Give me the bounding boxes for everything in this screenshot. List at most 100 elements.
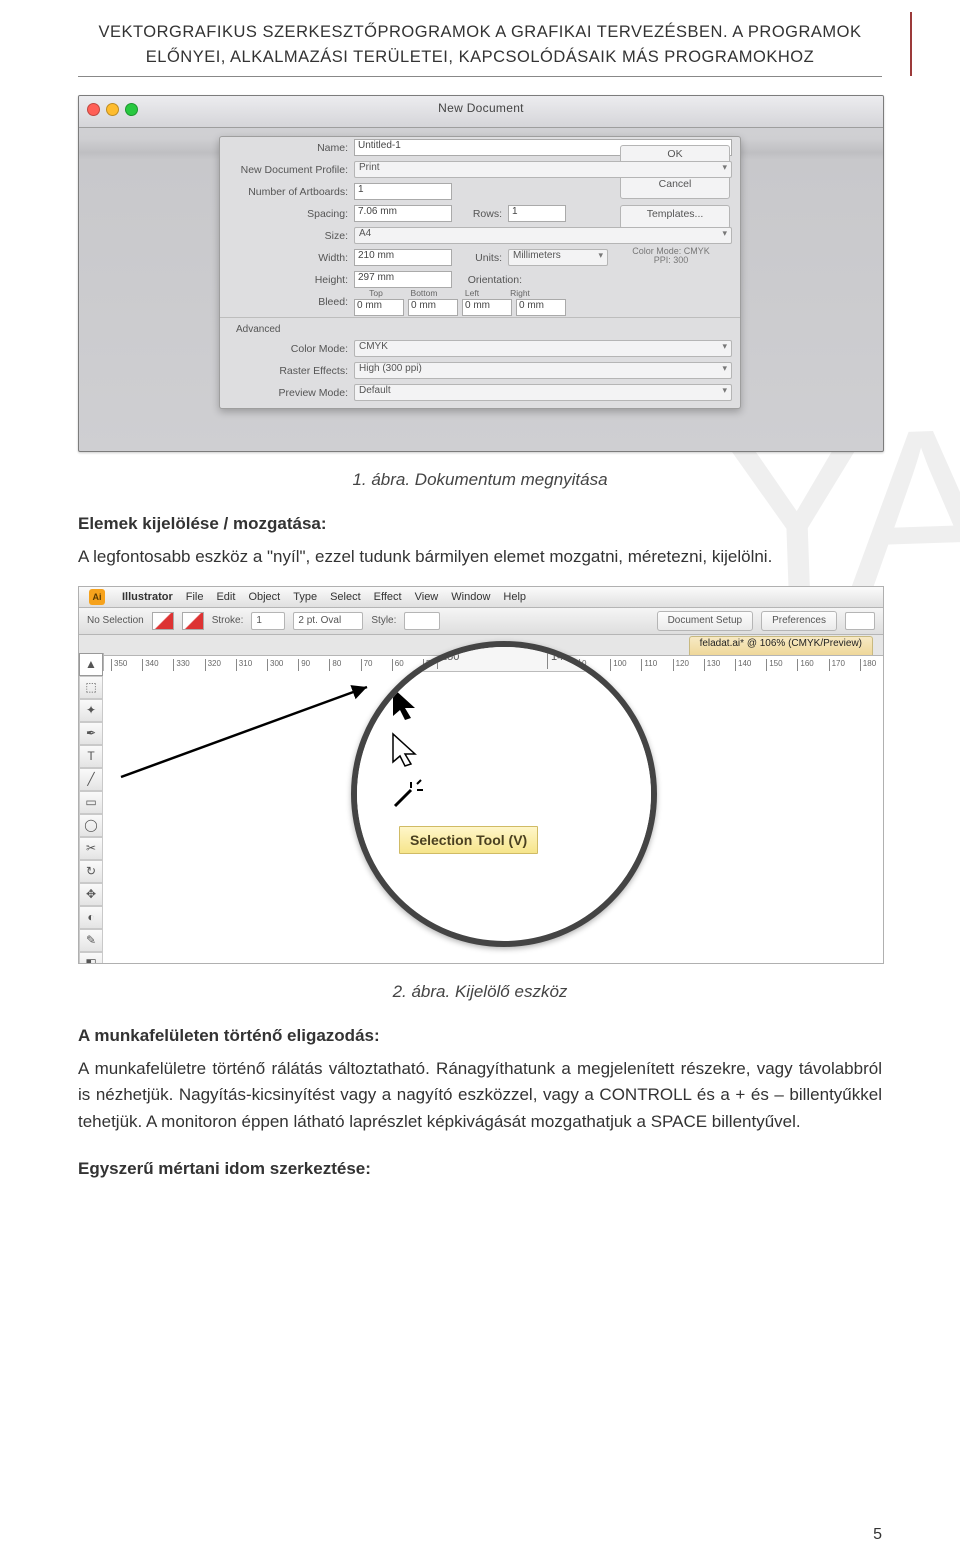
style-label: Style: xyxy=(371,615,396,626)
preferences-button[interactable]: Preferences xyxy=(761,611,837,631)
profile-label: New Document Profile: xyxy=(228,164,354,176)
style-swatch[interactable] xyxy=(404,612,440,630)
preview-select[interactable]: Default xyxy=(354,384,732,401)
cursor-icon[interactable] xyxy=(845,612,875,630)
color-label: Color Mode: xyxy=(228,343,354,355)
tool-2[interactable]: ✦ xyxy=(79,699,103,722)
no-selection-label: No Selection xyxy=(87,615,144,626)
menu-file[interactable]: File xyxy=(186,591,204,603)
bleed-right-field[interactable]: 0 mm xyxy=(516,299,566,316)
bleed-bottom-field[interactable]: 0 mm xyxy=(408,299,458,316)
figure2-caption: 2. ábra. Kijelölő eszköz xyxy=(78,982,882,1002)
menu-select[interactable]: Select xyxy=(330,591,361,603)
orient-label: Orientation: xyxy=(452,274,528,286)
direct-selection-icon xyxy=(387,732,427,772)
rows-field[interactable]: 1 xyxy=(508,205,566,222)
menu-object[interactable]: Object xyxy=(248,591,280,603)
tool-4[interactable]: T xyxy=(79,745,103,768)
window-controls[interactable] xyxy=(87,103,138,116)
tool-5[interactable]: ╱ xyxy=(79,768,103,791)
stroke-weight[interactable]: 1 xyxy=(251,612,285,630)
app-badge: Ai xyxy=(89,589,105,605)
figure-selection-tool: Ai Illustrator File Edit Object Type Sel… xyxy=(78,586,884,964)
menu-edit[interactable]: Edit xyxy=(216,591,235,603)
raster-label: Raster Effects: xyxy=(228,365,354,377)
control-bar: No Selection Stroke: 1 2 pt. Oval Style:… xyxy=(79,608,883,635)
tool-0[interactable]: ▲ xyxy=(79,653,103,676)
bleed-left-field[interactable]: 0 mm xyxy=(462,299,512,316)
section-munkafelulet-title: A munkafelületen történő eligazodás: xyxy=(78,1026,882,1046)
spacing-label: Spacing: xyxy=(228,208,354,220)
header-line1: VEKTORGRAFIKUS SZERKESZTŐPROGRAMOK A GRA… xyxy=(78,20,882,45)
size-label: Size: xyxy=(228,230,354,242)
height-field[interactable]: 297 mm xyxy=(354,271,452,288)
tool-1[interactable]: ⬚ xyxy=(79,676,103,699)
tool-8[interactable]: ✂ xyxy=(79,837,103,860)
magnifier: 150 140 Selection Tool (V) xyxy=(351,641,657,947)
units-select[interactable]: Millimeters xyxy=(508,249,608,266)
close-icon[interactable] xyxy=(87,103,100,116)
stroke-swatch[interactable] xyxy=(182,612,204,630)
section-elemek-title: Elemek kijelölése / mozgatása: xyxy=(78,514,882,534)
page-number: 5 xyxy=(873,1526,882,1544)
magic-wand-icon xyxy=(387,776,427,816)
tool-12[interactable]: ✎ xyxy=(79,929,103,952)
name-label: Name: xyxy=(228,142,354,154)
menu-effect[interactable]: Effect xyxy=(374,591,402,603)
bleed-top-field[interactable]: 0 mm xyxy=(354,299,404,316)
templates-button[interactable]: Templates... xyxy=(620,205,730,229)
advanced-toggle[interactable]: Advanced xyxy=(228,324,280,335)
color-mode-note: Color Mode: CMYK PPI: 300 xyxy=(616,247,726,267)
figure-new-document: New Document OK Cancel Templates... Colo… xyxy=(78,95,884,452)
profile-select[interactable]: Print xyxy=(354,161,732,178)
tool-11[interactable]: ◐ xyxy=(79,906,103,929)
tool-13[interactable]: ◧ xyxy=(79,952,103,964)
stroke-label: Stroke: xyxy=(212,615,244,626)
fill-swatch[interactable] xyxy=(152,612,174,630)
size-select[interactable]: A4 xyxy=(354,227,732,244)
figure1-caption: 1. ábra. Dokumentum megnyitása xyxy=(78,470,882,490)
header-accent-rule xyxy=(910,12,912,76)
header-underline xyxy=(78,76,882,77)
bleed-label: Bleed: xyxy=(228,296,354,308)
page-header: VEKTORGRAFIKUS SZERKESZTŐPROGRAMOK A GRA… xyxy=(78,20,882,70)
section-elemek-para: A legfontosabb eszköz a "nyíl", ezzel tu… xyxy=(78,544,882,570)
selection-cursor-icon xyxy=(387,686,427,726)
tool-10[interactable]: ✥ xyxy=(79,883,103,906)
new-document-dialog: OK Cancel Templates... Color Mode: CMYK … xyxy=(219,136,741,409)
toolbox[interactable]: ▲⬚✦✒T╱▭◯✂↻✥◐✎◧⊕⌗▤ xyxy=(79,653,104,963)
artboards-label: Number of Artboards: xyxy=(228,186,354,198)
minimize-icon[interactable] xyxy=(106,103,119,116)
color-select[interactable]: CMYK xyxy=(354,340,732,357)
menu-type[interactable]: Type xyxy=(293,591,317,603)
preview-label: Preview Mode: xyxy=(228,387,354,399)
menu-help[interactable]: Help xyxy=(503,591,526,603)
menu-window[interactable]: Window xyxy=(451,591,490,603)
artboards-field[interactable]: 1 xyxy=(354,183,452,200)
units-label: Units: xyxy=(452,252,508,264)
brush-select[interactable]: 2 pt. Oval xyxy=(293,612,363,630)
dialog-titlebar: New Document xyxy=(79,96,883,128)
rows-label: Rows: xyxy=(452,208,508,220)
zoom-icon[interactable] xyxy=(125,103,138,116)
width-field[interactable]: 210 mm xyxy=(354,249,452,266)
document-setup-button[interactable]: Document Setup xyxy=(657,611,754,631)
magnifier-ruler: 150 140 xyxy=(357,647,651,672)
tool-9[interactable]: ↻ xyxy=(79,860,103,883)
header-line2: ELŐNYEI, ALKALMAZÁSI TERÜLETEI, KAPCSOLÓ… xyxy=(78,45,882,70)
cancel-button[interactable]: Cancel xyxy=(620,175,730,199)
document-tab[interactable]: feladat.ai* @ 106% (CMYK/Preview) xyxy=(689,636,873,655)
tool-6[interactable]: ▭ xyxy=(79,791,103,814)
menubar[interactable]: Ai Illustrator File Edit Object Type Sel… xyxy=(79,587,883,608)
tool-3[interactable]: ✒ xyxy=(79,722,103,745)
height-label: Height: xyxy=(228,274,354,286)
selection-tooltip: Selection Tool (V) xyxy=(399,826,538,854)
app-name: Illustrator xyxy=(122,591,173,603)
menu-view[interactable]: View xyxy=(415,591,439,603)
raster-select[interactable]: High (300 ppi) xyxy=(354,362,732,379)
tool-7[interactable]: ◯ xyxy=(79,814,103,837)
section-munkafelulet-para: A munkafelületre történő rálátás változt… xyxy=(78,1056,882,1135)
spacing-field[interactable]: 7.06 mm xyxy=(354,205,452,222)
section-mertani-title: Egyszerű mértani idom szerkeztése: xyxy=(78,1159,882,1179)
width-label: Width: xyxy=(228,252,354,264)
